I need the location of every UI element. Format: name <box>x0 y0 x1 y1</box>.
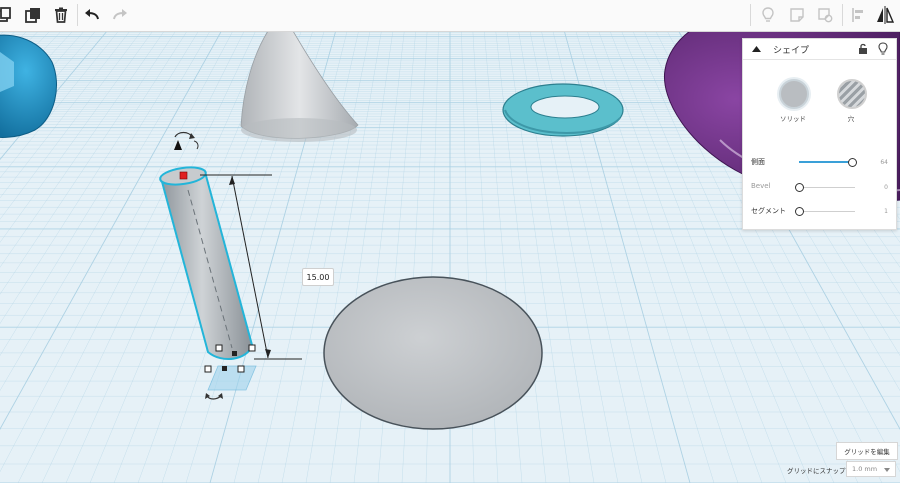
redo-icon <box>113 9 127 20</box>
undo-button[interactable] <box>80 3 104 27</box>
toolbar-divider <box>750 4 751 26</box>
resize-handle[interactable] <box>215 344 223 352</box>
align-button[interactable] <box>846 3 870 27</box>
shape-inspector: シェイプ ソリッド 穴 側面 64 Bevel 0 セグメント 1 <box>742 38 897 230</box>
lock-icon[interactable] <box>858 43 868 55</box>
trash-icon <box>55 7 67 23</box>
prop-value-bevel: 0 <box>884 184 888 191</box>
resize-handle[interactable] <box>248 344 256 352</box>
snap-grid-label: グリッドにスナップ <box>787 467 846 475</box>
resize-handle[interactable] <box>237 365 245 373</box>
toolbar-divider <box>77 4 78 26</box>
segments-slider-track[interactable] <box>799 211 855 212</box>
hole-label: 穴 <box>847 115 855 123</box>
height-handle[interactable] <box>179 171 188 180</box>
copy-button[interactable] <box>0 3 16 27</box>
redo-button[interactable] <box>108 3 132 27</box>
shape-note-icon <box>818 8 833 23</box>
resize-handle[interactable] <box>232 351 237 356</box>
undo-icon <box>85 9 99 20</box>
collapse-icon[interactable] <box>752 45 761 53</box>
prop-value-segments: 1 <box>884 208 888 215</box>
copy-icon <box>0 7 11 22</box>
bevel-slider-knob[interactable] <box>795 183 804 192</box>
solid-label: ソリッド <box>780 115 806 123</box>
panel-header: シェイプ <box>743 39 896 60</box>
prop-value-sides: 64 <box>880 159 888 166</box>
align-icon <box>852 8 863 22</box>
sides-slider-fill <box>799 161 853 163</box>
segments-slider-knob[interactable] <box>795 207 804 216</box>
delete-button[interactable] <box>49 3 73 27</box>
mirror-button[interactable] <box>873 3 897 27</box>
height-value-input[interactable]: 15.00 <box>302 268 334 286</box>
duplicate-icon <box>25 8 40 23</box>
torus-shape[interactable] <box>502 83 624 137</box>
selected-cylinder[interactable] <box>159 165 257 391</box>
snap-grid-select[interactable]: 1.0 mm <box>846 461 896 477</box>
shape-notes-button[interactable] <box>813 3 837 27</box>
duplicate-button[interactable] <box>21 3 45 27</box>
chevron-down-icon <box>884 468 890 472</box>
prop-label-bevel: Bevel <box>751 182 771 190</box>
main-toolbar <box>0 0 900 32</box>
resize-handle[interactable] <box>204 365 212 373</box>
bevel-slider-track[interactable] <box>799 187 855 188</box>
prop-label-sides: 側面 <box>751 158 765 166</box>
edit-grid-button[interactable]: グリッドを編集 <box>836 442 898 460</box>
toolbar-divider <box>842 4 843 26</box>
note-icon <box>790 8 804 22</box>
resize-handle[interactable] <box>222 366 227 371</box>
snap-grid-value: 1.0 mm <box>852 465 878 473</box>
light-button[interactable] <box>756 3 780 27</box>
prop-label-segments: セグメント <box>751 207 786 215</box>
notes-button[interactable] <box>785 3 809 27</box>
disc-shape[interactable] <box>323 276 543 430</box>
lightbulb-icon <box>762 7 774 22</box>
solid-swatch[interactable] <box>779 79 809 109</box>
hole-swatch[interactable] <box>837 79 867 109</box>
lightbulb-icon[interactable] <box>878 42 888 56</box>
mirror-icon <box>877 6 895 24</box>
panel-title: シェイプ <box>773 46 810 56</box>
sides-slider-knob[interactable] <box>848 158 858 167</box>
blue-shape[interactable] <box>0 34 58 138</box>
